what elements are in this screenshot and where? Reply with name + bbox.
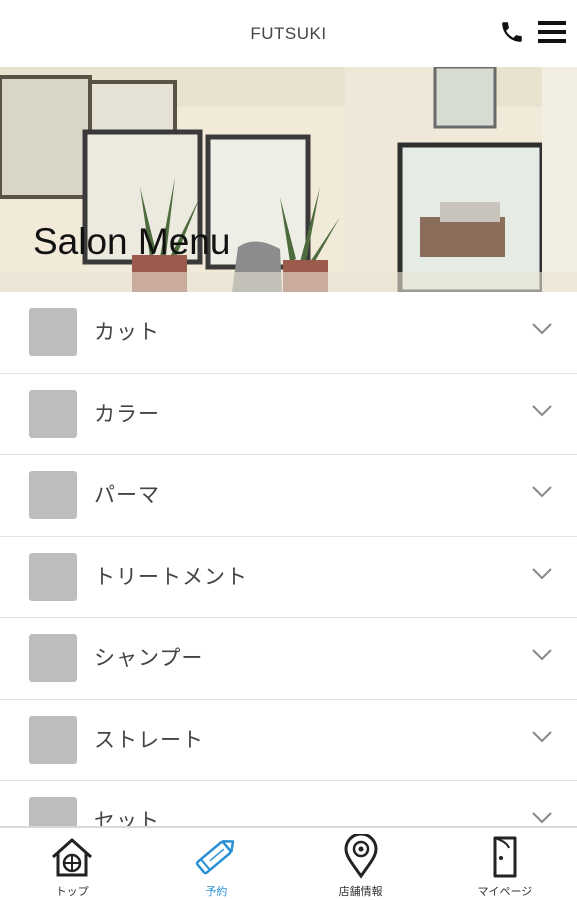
menu-item-color[interactable]: カラー xyxy=(0,373,577,455)
menu-item-set[interactable]: セット xyxy=(0,781,577,826)
chevron-down-icon xyxy=(532,567,552,579)
menu-item-label: ストレート xyxy=(94,727,204,752)
menu-item-thumbnail xyxy=(29,797,77,826)
tab-label: 店舗情報 xyxy=(338,885,383,898)
chevron-down-icon xyxy=(532,730,552,742)
menu-item-label: カット xyxy=(94,320,160,344)
menu-item-label: セット xyxy=(94,809,160,826)
phone-icon xyxy=(502,22,522,42)
menu-item-thumbnail xyxy=(29,552,77,601)
map-pin-icon xyxy=(336,834,386,880)
chevron-down-icon xyxy=(532,649,552,661)
menu-item-perm[interactable]: パーマ xyxy=(0,455,577,537)
chevron-down-icon xyxy=(532,323,552,335)
phone-button[interactable] xyxy=(497,16,527,48)
chevron-down-icon xyxy=(532,812,552,824)
door-icon xyxy=(480,834,530,880)
chevron-down-icon xyxy=(532,404,552,416)
menu-item-thumbnail xyxy=(29,471,77,519)
menu-item-shampoo[interactable]: シャンプー xyxy=(0,618,577,700)
tab-label: 予約 xyxy=(205,885,228,898)
header-actions xyxy=(497,16,567,48)
menu-item-label: カラー xyxy=(94,401,160,426)
menu-item-thumbnail xyxy=(29,389,77,438)
menu-item-thumbnail xyxy=(29,634,77,682)
menu-item-thumbnail xyxy=(29,715,77,764)
home-icon xyxy=(47,834,97,880)
menu-item-thumbnail xyxy=(29,308,77,356)
menu-item-treatment[interactable]: トリートメント xyxy=(0,536,577,618)
menu-item-straight[interactable]: ストレート xyxy=(0,699,577,781)
menu-button[interactable] xyxy=(537,16,567,48)
tab-mypage[interactable]: マイページ xyxy=(433,828,577,900)
menu-item-cut[interactable]: カット xyxy=(0,292,577,374)
tab-label: トップ xyxy=(55,885,89,898)
page-title: Salon Menu xyxy=(33,221,231,262)
tab-label: マイページ xyxy=(477,885,533,898)
menu-item-label: パーマ xyxy=(94,483,160,507)
menu-item-label: シャンプー xyxy=(94,646,204,670)
hamburger-icon xyxy=(538,21,566,43)
tab-reserve[interactable]: 予約 xyxy=(144,828,288,900)
app-header: FUTSUKI xyxy=(0,0,577,67)
tab-shop-info[interactable]: 店舗情報 xyxy=(289,828,433,900)
menu-item-label: トリートメント xyxy=(94,564,248,589)
salon-menu-list: カット カラー パーマ トリートメント シャンプー ストレート セット xyxy=(0,292,577,826)
app-title: FUTSUKI xyxy=(250,23,327,43)
tab-top[interactable]: トップ xyxy=(0,828,144,900)
chevron-down-icon xyxy=(532,486,552,498)
hero-banner: Salon Menu xyxy=(0,67,577,292)
pencil-icon xyxy=(191,834,241,880)
bottom-tab-bar: トップ 予約 店舗情報 マイページ xyxy=(0,826,577,900)
